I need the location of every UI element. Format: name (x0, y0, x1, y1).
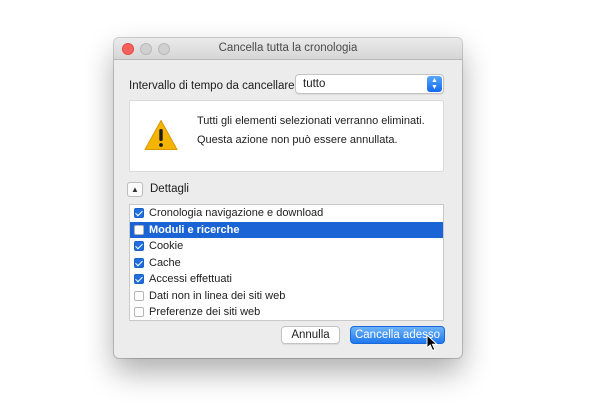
list-item[interactable]: Cache (130, 255, 443, 272)
mouse-pointer-icon (426, 334, 439, 352)
list-item[interactable]: Dati non in linea dei siti web (130, 288, 443, 305)
list-item[interactable]: Cronologia navigazione e download (130, 205, 443, 222)
warning-panel: Tutti gli elementi selezionati verranno … (129, 100, 444, 172)
chevron-up-icon[interactable]: ▲ (127, 181, 143, 197)
interval-row: Intervallo di tempo da cancellare: (129, 76, 298, 96)
list-item[interactable]: Moduli e ricerche (130, 221, 443, 238)
item-label: Cache (149, 256, 181, 269)
item-label: Moduli e ricerche (149, 223, 240, 236)
item-checkbox[interactable] (134, 208, 144, 219)
item-checkbox[interactable] (134, 307, 144, 318)
warning-icon (144, 120, 178, 150)
clear-history-dialog: Cancella tutta la cronologia Intervallo … (114, 38, 462, 358)
item-label: Dati non in linea dei siti web (149, 289, 286, 302)
history-items-list[interactable]: Cronologia navigazione e download Moduli … (129, 204, 444, 321)
item-label: Cookie (149, 240, 184, 253)
warning-message: Tutti gli elementi selezionati verranno … (197, 115, 425, 127)
item-checkbox[interactable] (134, 290, 144, 301)
title-bar: Cancella tutta la cronologia (114, 38, 462, 60)
interval-select[interactable]: tutto ▲ ▼ (295, 74, 444, 94)
item-checkbox[interactable] (134, 274, 144, 285)
item-label: Cronologia navigazione e download (149, 207, 324, 220)
warning-text: Tutti gli elementi selezionati verranno … (197, 114, 437, 147)
warning-irreversible: Questa azione non può essere annullata. (197, 134, 398, 146)
window-title: Cancella tutta la cronologia (218, 42, 358, 54)
item-checkbox[interactable] (134, 224, 144, 235)
details-label: Dettagli (150, 183, 189, 195)
item-checkbox[interactable] (134, 257, 144, 268)
interval-select-value: tutto (303, 78, 326, 90)
list-item[interactable]: Preferenze dei siti web (130, 304, 443, 321)
details-toggle-row: ▲ Dettagli (127, 180, 189, 198)
item-label: Preferenze dei siti web (149, 306, 261, 319)
interval-label: Intervallo di tempo da cancellare: (129, 80, 298, 92)
item-label: Accessi effettuati (149, 273, 232, 286)
list-item[interactable]: Accessi effettuati (130, 271, 443, 288)
item-checkbox[interactable] (134, 241, 144, 252)
cancel-button[interactable]: Annulla (281, 326, 340, 344)
list-item[interactable]: Cookie (130, 238, 443, 255)
select-arrows-icon: ▲ ▼ (427, 76, 442, 92)
